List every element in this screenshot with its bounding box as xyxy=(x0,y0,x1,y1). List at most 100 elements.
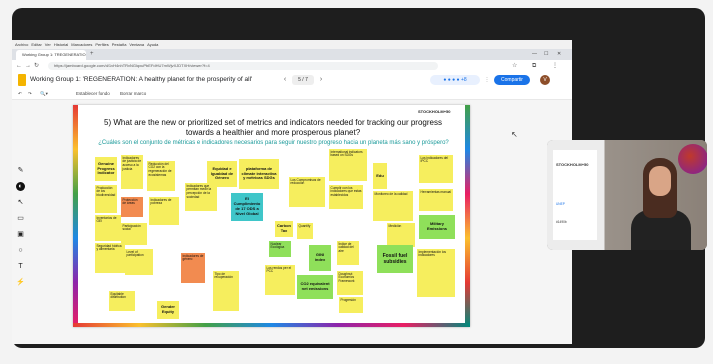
jam-frame[interactable]: STOCKHOLM+50 5) What are the new or prio… xyxy=(73,105,470,327)
maximize-icon[interactable]: ☐ xyxy=(544,49,548,60)
menu-item[interactable]: Historial xyxy=(54,42,68,47)
sticky-note[interactable]: Equitable distribution xyxy=(109,291,135,311)
person-face xyxy=(649,166,671,196)
extensions-icon[interactable]: ⧉ xyxy=(532,61,536,71)
menu-item[interactable]: Ayuda xyxy=(147,42,158,47)
edit-toolbar: ↶ ↷ 🔍▾ Establecer fondo Borrar marco xyxy=(12,88,572,100)
forward-icon[interactable]: → xyxy=(25,61,31,71)
textbox-icon[interactable]: T xyxy=(16,262,25,271)
sticky-note[interactable]: Los rendos per el PCC xyxy=(265,265,295,295)
menu-bar: Archivo Editar Ver Historial Marcadores Perfi… xyxy=(12,40,572,49)
back-icon[interactable]: ← xyxy=(16,61,22,71)
sticky-note[interactable]: Indicadores de justicia de acceso a la j… xyxy=(121,155,143,189)
menu-item[interactable]: Archivo xyxy=(15,42,28,47)
close-icon[interactable]: ✕ xyxy=(557,49,561,60)
sticky-note[interactable]: Indicadores de pobreza xyxy=(149,197,179,225)
sticky-note[interactable]: Doughnut Economics Framework xyxy=(337,271,363,295)
sticky-note[interactable]: Inventarios de GEI xyxy=(95,215,121,241)
question-english: 5) What are the new or prioritized set o… xyxy=(104,118,442,137)
sticky-note-icon[interactable]: ▭ xyxy=(16,214,25,223)
set-background-button[interactable]: Establecer fondo xyxy=(76,88,110,99)
image-icon[interactable]: ▣ xyxy=(16,230,25,239)
frame-border-bottom xyxy=(73,323,470,327)
sticky-note[interactable]: Progresión xyxy=(339,297,363,313)
collaborators-avatars[interactable]: ● ● ● ● +8 xyxy=(430,75,480,85)
sticky-note[interactable]: Indicadores que permitan medir la percep… xyxy=(185,183,217,211)
sticky-note[interactable]: GINI index xyxy=(309,245,331,271)
sticky-note[interactable]: Cumplir con los indicadores que estas es… xyxy=(329,185,363,209)
pen-icon[interactable]: ✎ xyxy=(16,166,25,175)
poster-title: STOCKHOLM+50 xyxy=(556,162,589,167)
sticky-note[interactable]: Herramientas manual xyxy=(419,189,453,211)
browser-tab[interactable]: Working Group 1: TREGENERATIO xyxy=(16,50,86,60)
menu-item[interactable]: Pestaña xyxy=(112,42,127,47)
sticky-note[interactable]: Edu xyxy=(373,163,387,189)
sticky-note[interactable]: Monitoreo de la calidad xyxy=(373,191,413,221)
menu-item[interactable]: Editar xyxy=(31,42,41,47)
sticky-note[interactable]: Tipo de recuperación xyxy=(213,271,239,311)
menu-item[interactable]: Marcadores xyxy=(71,42,92,47)
more-icon[interactable]: ⋮ xyxy=(482,75,492,85)
laser-icon[interactable]: ⚡ xyxy=(16,278,25,287)
clear-frame-button[interactable]: Borrar marco xyxy=(120,88,146,99)
sticky-note[interactable]: Implementación los indicadores xyxy=(417,249,455,297)
share-button[interactable]: Compartir xyxy=(494,75,530,85)
next-frame-icon[interactable]: › xyxy=(316,75,326,85)
sticky-note[interactable]: Military Emissions xyxy=(419,215,455,239)
participant-video[interactable]: STOCKHOLM+50 UNEP #1490b xyxy=(547,140,707,250)
minimize-icon[interactable]: — xyxy=(532,49,537,60)
tab-bar: Working Group 1: TREGENERATIO + — ☐ ✕ xyxy=(12,49,572,60)
sticky-note[interactable]: Índice de calidad del aire xyxy=(337,241,359,265)
sticky-note[interactable]: Carbon Tax xyxy=(275,221,293,237)
sticky-note[interactable]: Level of participation xyxy=(125,249,153,275)
frame-counter[interactable]: 5 / 7 xyxy=(292,75,314,85)
frame-border-left xyxy=(73,105,78,327)
redo-icon[interactable]: ↷ xyxy=(28,88,32,99)
sticky-note[interactable]: Protección de áreas xyxy=(121,197,143,217)
jamboard-logo xyxy=(18,74,26,86)
sticky-note[interactable]: Seguridad hídrica y alimentaria xyxy=(95,243,125,273)
browser-menu-icon[interactable]: ⋮ xyxy=(552,61,558,71)
sticky-note[interactable]: Los Compromisos de reducción xyxy=(289,177,325,207)
poster-url: #1490b xyxy=(556,220,567,224)
menu-item[interactable]: Ver xyxy=(45,42,51,47)
zoom-icon[interactable]: 🔍▾ xyxy=(40,88,48,99)
mouse-cursor-icon: ↖ xyxy=(511,130,518,139)
frame-border-right xyxy=(465,105,470,327)
undo-icon[interactable]: ↶ xyxy=(18,88,22,99)
avatar[interactable]: V xyxy=(540,75,550,85)
sticky-note[interactable]: International indicators based on SDGs xyxy=(329,149,367,181)
menu-item[interactable]: Perfiles xyxy=(95,42,108,47)
eraser-icon[interactable]: ◐ xyxy=(16,182,25,191)
wall-poster: STOCKHOLM+50 UNEP #1490b xyxy=(553,150,597,240)
sticky-note[interactable]: Indicadores de género xyxy=(181,253,205,283)
url-field[interactable]: https://jamboard.google.com/d/1vH4nhTRvN… xyxy=(48,62,438,70)
sticky-note[interactable]: El Cumplimiento de 17 ODS a Nivel Global xyxy=(231,193,263,221)
shape-icon[interactable]: ○ xyxy=(16,246,25,255)
sticky-note[interactable]: Participación social xyxy=(121,223,147,245)
sticky-note[interactable]: Genuine Progress Indicator xyxy=(95,157,117,181)
question-spanish: ¿Cuáles son el conjunto de métricas e in… xyxy=(98,140,449,146)
star-icon[interactable]: ☆ xyxy=(512,61,517,71)
select-icon[interactable]: ↖ xyxy=(16,198,25,207)
sticky-note[interactable]: plataforma de climate interactiva y métr… xyxy=(239,159,279,189)
sticky-note[interactable]: Medición xyxy=(387,223,415,247)
poster-subtitle: UNEP xyxy=(556,202,565,206)
globe-decoration xyxy=(678,144,707,174)
sticky-note[interactable]: Nuclear Ecológica xyxy=(269,241,291,257)
sticky-note[interactable]: Reducción del CO2 con la regeneración de… xyxy=(147,161,175,191)
sticky-note[interactable]: Producción de los biodiversidad xyxy=(95,185,117,213)
jamboard-header: Working Group 1: 'REGENERATION: A health… xyxy=(12,72,572,88)
sticky-note[interactable]: Fossil fuel subsidies xyxy=(377,245,413,273)
new-tab-icon[interactable]: + xyxy=(90,50,94,59)
prev-frame-icon[interactable]: ‹ xyxy=(280,75,290,85)
sticky-note[interactable]: Los indicadores del IPCC xyxy=(419,155,453,183)
sticky-note[interactable]: Gender Equity xyxy=(157,301,179,319)
sticky-note[interactable]: Quantify xyxy=(297,223,313,239)
document-title[interactable]: Working Group 1: 'REGENERATION: A health… xyxy=(30,76,252,83)
menu-item[interactable]: Ventana xyxy=(129,42,144,47)
tool-palette: ✎ ◐ ↖ ▭ ▣ ○ T ⚡ xyxy=(16,166,26,294)
stockholm-logo: STOCKHOLM+50 xyxy=(418,109,451,114)
sticky-note[interactable]: CO2 equivalent net emissions xyxy=(297,275,333,299)
reload-icon[interactable]: ↻ xyxy=(34,61,39,71)
